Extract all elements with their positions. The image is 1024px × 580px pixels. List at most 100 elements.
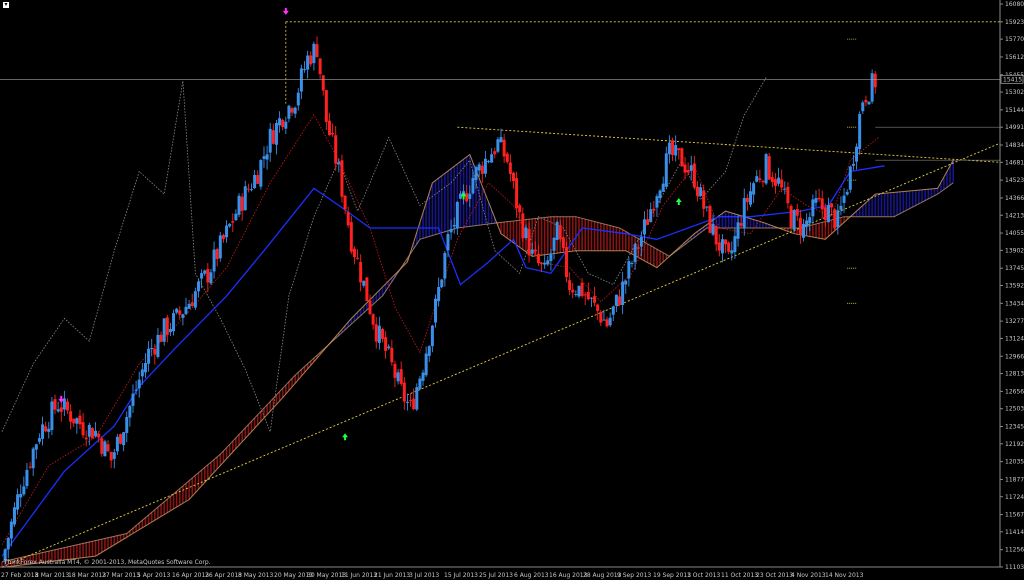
bull-candle [805,220,809,227]
bull-candle [848,166,852,190]
bull-candle [143,363,147,373]
bull-candle [284,121,288,129]
date-tick-label: 8 May 2013 [238,572,273,579]
bull-candle [175,308,179,313]
bull-candle [552,237,556,251]
bull-candle [16,494,20,510]
bull-candle [633,244,637,263]
price-tick-label: 15770.0 [1005,36,1024,43]
bull-candle [218,235,222,259]
bull-candle [851,163,855,166]
tenkan-sen-line [1,114,879,546]
bull-candle [228,223,232,227]
bull-candle [156,334,160,357]
bull-candle [303,69,307,71]
bear-candle [786,186,790,204]
bull-candle [446,234,450,251]
bull-candle [655,196,659,208]
bull-candle [19,494,23,498]
price-tick-label: 14681.0 [1005,159,1024,166]
bear-candle [671,140,675,156]
date-tick-label: 11 Jun 2013 [341,572,377,579]
ichimoku-lines [1,77,885,557]
bull-candle [855,146,859,162]
bull-candle [614,294,618,306]
bull-candle [808,217,812,224]
bear-candle [315,44,319,57]
bull-candle [181,314,185,318]
date-tick-label: 8 Mar 2013 [35,572,69,579]
bear-candle [795,208,799,216]
bull-candle [115,436,119,452]
bull-candle [134,389,138,391]
bear-candle [44,426,48,432]
bull-candle [555,221,559,240]
bear-candle [558,225,562,240]
bear-candle [758,178,762,180]
bear-candle [605,319,609,327]
candlestick-chart[interactable]: 16080.515923.015770.015612.515455.015302… [0,0,1024,580]
price-tick-label: 11724.5 [1005,494,1024,501]
price-tick-label: 11256.5 [1005,547,1024,554]
bull-candle [642,219,646,235]
bull-candle [103,441,107,457]
bear-candle [215,249,219,260]
bear-candle [717,242,721,251]
fractal-down-arrow [282,7,289,15]
bull-candle [742,198,746,228]
bear-candle [536,253,540,264]
bull-candle [287,105,291,119]
price-tick-label: 14834.0 [1005,142,1024,149]
bear-candle [593,296,597,303]
current-price-label: 15415.0 [1003,76,1024,83]
bull-candle [112,452,116,459]
bear-candle [677,148,681,151]
date-tick-label: 26 Apr 2013 [205,572,242,579]
chart-menu-icon[interactable]: ▾ [3,2,9,8]
bull-candle [131,393,135,406]
bull-candle [455,201,459,229]
bull-candle [752,183,756,195]
bull-candle [234,213,238,221]
bear-candle [365,277,369,302]
price-tick-label: 13592.0 [1005,283,1024,290]
bull-candle [471,177,475,194]
bull-candle [128,405,132,418]
bear-candle [708,205,712,233]
bull-candle [434,298,438,323]
bear-candle [789,205,793,228]
bear-candle [561,237,565,248]
bull-candle [490,154,494,163]
bull-candle [430,325,434,347]
bear-candle [745,197,749,203]
bear-candle [159,334,163,342]
bear-candle [618,296,622,305]
bull-candle [870,73,874,102]
bull-candle [608,317,612,326]
bear-candle [28,466,32,468]
bull-candle [802,223,806,238]
bull-candle [427,346,431,356]
price-tick-label: 12656.0 [1005,388,1024,395]
bull-candle [424,353,428,376]
price-tick-label: 13745.0 [1005,265,1024,272]
bull-candle [75,418,79,424]
bull-candle [437,286,441,302]
price-tick-label: 15612.5 [1005,54,1024,61]
bull-candle [196,281,200,292]
trendlines[interactable] [1,21,1001,568]
bull-candle [546,260,550,265]
bear-candle [309,55,313,65]
bull-candle [839,205,843,210]
bear-candle [324,90,328,122]
date-tick-label: 16 Aug 2013 [549,572,588,579]
bear-candle [109,451,113,461]
date-tick-label: 15 Jul 2013 [444,572,478,579]
bull-candle [9,521,13,539]
bear-candle [334,135,338,164]
bear-candle [833,209,837,229]
price-tick-label: 14055.5 [1005,230,1024,237]
date-tick-label: 21 Jun 2013 [374,572,410,579]
bull-candle [589,297,593,299]
price-tick-label: 13434.5 [1005,300,1024,307]
